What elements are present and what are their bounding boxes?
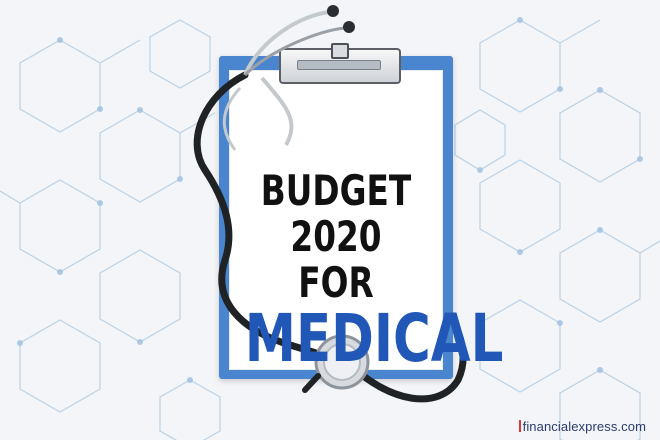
watermark-logo-mark <box>518 420 521 432</box>
watermark: financialexpress.com <box>518 419 646 434</box>
headline-line1: BUDGET 2020 <box>260 166 412 261</box>
headline: BUDGET 2020 FOR MEDICAL <box>244 166 504 377</box>
headline-line3: MEDICAL <box>244 300 504 377</box>
clip-rivet <box>331 43 349 59</box>
watermark-text: financialexpress.com <box>522 419 646 434</box>
clip-inner <box>297 60 381 70</box>
scene: BUDGET 2020 FOR MEDICAL financialexpress… <box>0 0 660 440</box>
